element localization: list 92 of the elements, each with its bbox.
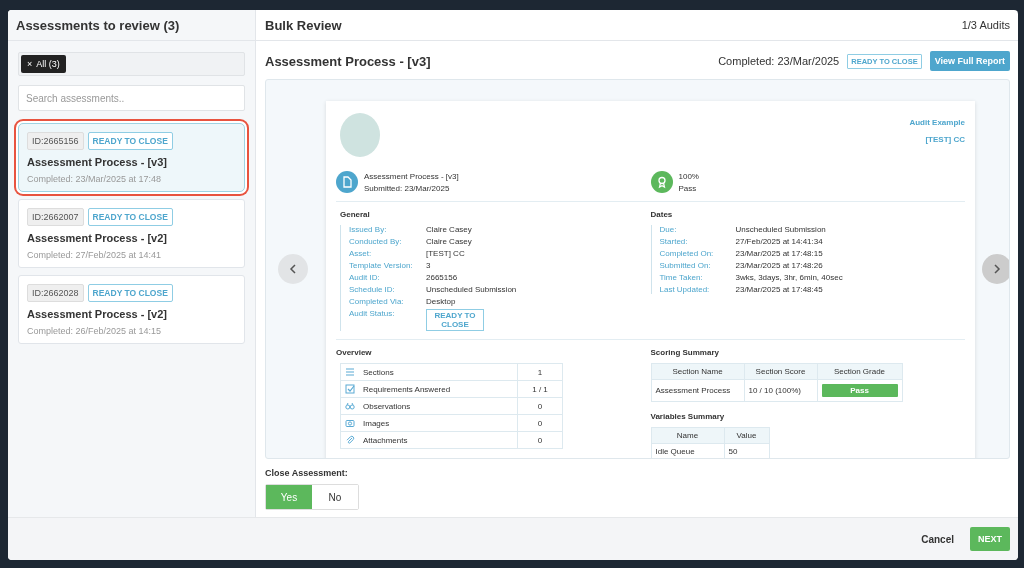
row-label: Attachments bbox=[363, 435, 408, 445]
field-label: Conducted By: bbox=[349, 237, 403, 246]
summary-subtitle: Pass bbox=[678, 183, 698, 193]
paperclip-icon bbox=[345, 435, 355, 445]
remove-icon[interactable]: × bbox=[27, 59, 33, 69]
row-label: Sections bbox=[363, 367, 394, 377]
list-icon bbox=[345, 367, 355, 377]
status-badge: READY TO CLOSE bbox=[87, 208, 173, 226]
id-tag: ID:2662007 bbox=[27, 208, 84, 226]
column-header: Section Grade bbox=[817, 363, 902, 380]
table-cell: 0 bbox=[517, 397, 563, 415]
document-icon bbox=[336, 171, 358, 193]
assessment-title: Assessment Process - [v3] bbox=[27, 156, 168, 168]
summary-title: Assessment Process - [v3] bbox=[364, 171, 459, 181]
field-value: Claire Casey bbox=[426, 237, 473, 246]
checkbox-icon bbox=[345, 384, 355, 394]
grade-badge: Pass bbox=[821, 384, 898, 397]
section-heading: Variables Summary bbox=[650, 412, 726, 421]
table-cell: 1 bbox=[517, 363, 563, 381]
field-label: Started: bbox=[659, 237, 689, 246]
section-heading: Dates bbox=[650, 210, 674, 219]
field-value: 27/Feb/2025 at 14:41:34 bbox=[735, 237, 824, 246]
filter-chip[interactable]: × All (3) bbox=[21, 55, 66, 73]
column-header: Name bbox=[651, 427, 724, 444]
field-value: 3wks, 3days, 3hr, 6min, 40sec bbox=[735, 273, 844, 282]
table-cell: 0 bbox=[517, 414, 563, 432]
field-label: Last Updated: bbox=[659, 285, 711, 294]
field-value: 23/Mar/2025 at 17:48:45 bbox=[735, 285, 824, 294]
field-value: 23/Mar/2025 at 17:48:26 bbox=[735, 261, 824, 270]
column-header: Section Score bbox=[744, 363, 817, 380]
field-label: Audit Status: bbox=[349, 309, 396, 318]
chevron-icon bbox=[289, 264, 297, 274]
filter-field[interactable]: × All (3) bbox=[18, 52, 245, 76]
assessment-card[interactable]: ID:2662007 READY TO CLOSE Assessment Process - [v2] Completed: 27/Feb/2025 at 14:41 bbox=[18, 199, 245, 268]
completed-date: Completed: 23/Mar/2025 at 17:48 bbox=[27, 174, 163, 184]
row-label: Observations bbox=[363, 401, 411, 411]
field-label: Due: bbox=[659, 225, 678, 234]
panel-title: Assessments to review (3) bbox=[8, 10, 255, 41]
field-label: Completed On: bbox=[659, 249, 715, 258]
row-label: Images bbox=[363, 418, 390, 428]
id-tag: ID:2662028 bbox=[27, 284, 84, 302]
field-label: Asset: bbox=[349, 249, 373, 258]
field-value: 3 bbox=[426, 261, 432, 270]
summary-title: 100% bbox=[678, 171, 699, 181]
cancel-button[interactable]: Cancel bbox=[921, 529, 954, 549]
table-cell: Assessment Process bbox=[651, 379, 744, 402]
next-arrow-button[interactable] bbox=[982, 254, 1009, 284]
chevron-icon bbox=[993, 264, 1001, 274]
field-value: 2665156 bbox=[426, 273, 459, 282]
field-label: Time Taken: bbox=[659, 273, 704, 282]
id-tag: ID:2665156 bbox=[27, 132, 84, 150]
audit-counter: 1/3 Audits bbox=[961, 19, 1010, 31]
field-label: Schedule ID: bbox=[349, 285, 396, 294]
completed-date: Completed: 23/Mar/2025 bbox=[718, 55, 840, 67]
section-heading: Overview bbox=[336, 348, 373, 357]
table-cell: 0 bbox=[517, 431, 563, 449]
summary-subtitle: Submitted: 23/Mar/2025 bbox=[364, 183, 451, 193]
assessment-card[interactable]: ID:2662028 READY TO CLOSE Assessment Process - [v2] Completed: 26/Feb/2025 at 14:15 bbox=[18, 275, 245, 344]
field-value: 23/Mar/2025 at 17:48:15 bbox=[735, 249, 824, 258]
field-label: Close Assessment: bbox=[264, 467, 349, 478]
row-label: Requirements Answered bbox=[363, 384, 451, 394]
table-cell: Idle Queue bbox=[651, 443, 724, 458]
field-value: [TEST] CC bbox=[426, 249, 466, 258]
field-label: Template Version: bbox=[349, 261, 414, 270]
assessment-title: Assessment Process - [v2] bbox=[27, 308, 168, 320]
table-cell: 1 / 1 bbox=[517, 380, 563, 398]
column-header: Section Name bbox=[651, 363, 744, 380]
award-icon bbox=[650, 171, 673, 193]
column-header: Value bbox=[724, 427, 769, 444]
field-label: Submitted On: bbox=[659, 261, 712, 270]
table-cell: 10 / 10 (100%) bbox=[744, 379, 817, 402]
section-heading: General bbox=[340, 210, 371, 219]
completed-date: Completed: 27/Feb/2025 at 14:41 bbox=[27, 250, 163, 260]
avatar bbox=[340, 113, 380, 157]
field-label: Completed Via: bbox=[349, 297, 405, 306]
status-badge: READY TO CLOSE bbox=[426, 309, 484, 331]
assessment-title: Assessment Process - [v3] bbox=[265, 53, 431, 69]
status-badge: READY TO CLOSE bbox=[87, 284, 173, 302]
assessment-title: Assessment Process - [v2] bbox=[27, 232, 168, 244]
field-value: Claire Casey bbox=[426, 225, 473, 234]
binoculars-icon bbox=[345, 401, 355, 411]
field-label: Audit ID: bbox=[349, 273, 381, 282]
field-value: Desktop bbox=[426, 297, 457, 306]
status-badge: READY TO CLOSE bbox=[87, 132, 173, 150]
panel-title: Bulk Review bbox=[265, 17, 342, 33]
field-value: Unscheduled Submission bbox=[735, 225, 827, 234]
field-value: Unscheduled Submission bbox=[426, 285, 518, 294]
field-label: Issued By: bbox=[349, 225, 388, 234]
camera-icon bbox=[345, 418, 355, 428]
section-heading: Scoring Summary bbox=[650, 348, 720, 357]
completed-date: Completed: 26/Feb/2025 at 14:15 bbox=[27, 326, 163, 336]
search-field[interactable]: Search assessments.. bbox=[18, 85, 245, 111]
